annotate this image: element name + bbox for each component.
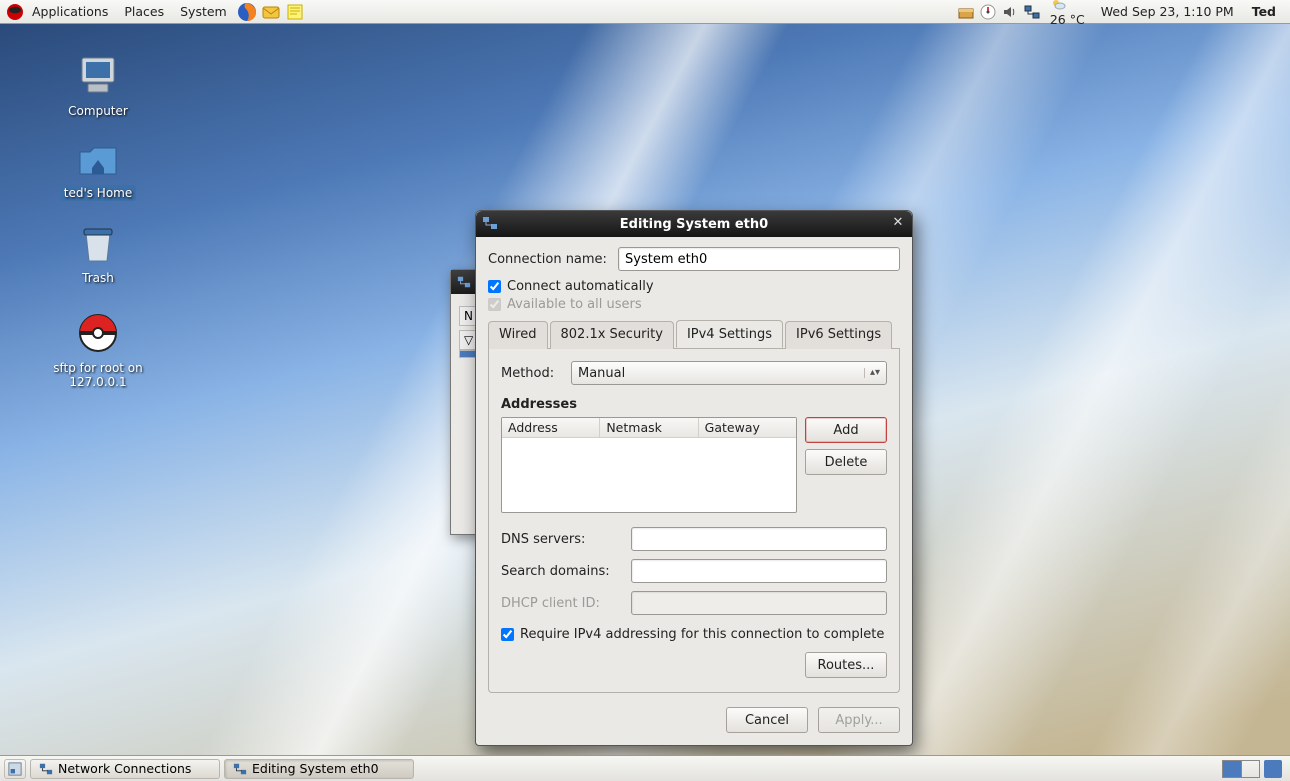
weather-text: 26 °C xyxy=(1050,12,1085,27)
top-panel: Applications Places System 26 °C Wed Sep… xyxy=(0,0,1290,24)
method-label: Method: xyxy=(501,366,561,381)
tab-ipv4[interactable]: IPv4 Settings xyxy=(676,320,783,348)
task-editing-connection[interactable]: Editing System eth0 xyxy=(224,759,414,779)
menu-places[interactable]: Places xyxy=(116,1,172,22)
task-network-connections[interactable]: Network Connections xyxy=(30,759,220,779)
dhcp-client-id-label: DHCP client ID: xyxy=(501,596,623,611)
method-value: Manual xyxy=(578,366,625,381)
dns-input[interactable] xyxy=(631,527,887,551)
dialog-titlebar[interactable]: Editing System eth0 ✕ xyxy=(476,211,912,237)
computer-icon xyxy=(74,52,122,100)
show-desktop-button[interactable] xyxy=(4,759,26,779)
pokeball-icon xyxy=(74,309,122,357)
method-combobox[interactable]: Manual ▴▾ xyxy=(571,361,887,385)
cancel-button[interactable]: Cancel xyxy=(726,707,808,733)
window-icon xyxy=(39,762,53,776)
require-ipv4-checkbox[interactable] xyxy=(501,628,514,641)
connect-automatically-label: Connect automatically xyxy=(507,279,654,294)
desktop-icon-label: Trash xyxy=(78,270,118,286)
window-icon xyxy=(233,762,247,776)
distro-icon xyxy=(6,3,24,21)
weather-applet[interactable]: 26 °C xyxy=(1046,0,1089,27)
desktop-icon-trash[interactable]: Trash xyxy=(38,219,158,286)
connect-automatically-checkbox[interactable] xyxy=(488,280,501,293)
desktop-icon-home[interactable]: ted's Home xyxy=(38,134,158,201)
delete-button[interactable]: Delete xyxy=(805,449,887,475)
desktop[interactable]: Computer ted's Home Trash sftp for root … xyxy=(0,24,1290,755)
addresses-table[interactable]: Address Netmask Gateway xyxy=(501,417,797,513)
menu-applications[interactable]: Applications xyxy=(24,1,116,22)
trash-applet-icon[interactable] xyxy=(1264,760,1282,778)
addresses-heading: Addresses xyxy=(501,397,887,412)
notes-icon[interactable] xyxy=(285,2,305,22)
volume-icon[interactable] xyxy=(1002,4,1018,20)
desktop-icon-label: sftp for root on 127.0.0.1 xyxy=(38,360,158,390)
tab-8021x[interactable]: 802.1x Security xyxy=(550,321,674,349)
available-all-users-checkbox xyxy=(488,298,501,311)
col-address[interactable]: Address xyxy=(502,418,600,437)
system-tray: 26 °C Wed Sep 23, 1:10 PM Ted xyxy=(958,0,1290,27)
dns-label: DNS servers: xyxy=(501,532,623,547)
trash-icon xyxy=(74,219,122,267)
evolution-icon[interactable] xyxy=(261,2,281,22)
routes-button[interactable]: Routes... xyxy=(805,652,887,678)
add-button[interactable]: Add xyxy=(805,417,887,443)
dhcp-client-id-input xyxy=(631,591,887,615)
search-domains-input[interactable] xyxy=(631,559,887,583)
task-label: Editing System eth0 xyxy=(252,761,379,776)
menu-system[interactable]: System xyxy=(172,1,235,22)
home-folder-icon xyxy=(74,134,122,182)
desktop-icon-sftp[interactable]: sftp for root on 127.0.0.1 xyxy=(38,309,158,390)
desktop-icon-label: Computer xyxy=(64,103,132,119)
tab-ipv6[interactable]: IPv6 Settings xyxy=(785,321,892,349)
apply-button: Apply... xyxy=(818,707,900,733)
search-domains-label: Search domains: xyxy=(501,564,623,579)
firefox-icon[interactable] xyxy=(237,2,257,22)
require-ipv4-label: Require IPv4 addressing for this connect… xyxy=(520,627,884,642)
col-gateway[interactable]: Gateway xyxy=(699,418,796,437)
connection-name-input[interactable] xyxy=(618,247,900,271)
user-menu[interactable]: Ted xyxy=(1246,4,1282,19)
bottom-panel: Network Connections Editing System eth0 xyxy=(0,755,1290,781)
window-icon xyxy=(482,215,498,231)
col-netmask[interactable]: Netmask xyxy=(600,418,698,437)
ipv4-pane: Method: Manual ▴▾ Addresses Address Netm… xyxy=(488,349,900,693)
sensor-icon[interactable] xyxy=(980,4,996,20)
workspace-switcher[interactable] xyxy=(1222,760,1260,778)
package-update-icon[interactable] xyxy=(958,4,974,20)
editing-connection-dialog: Editing System eth0 ✕ Connection name: C… xyxy=(475,210,913,746)
connection-name-label: Connection name: xyxy=(488,252,608,267)
desktop-icon-computer[interactable]: Computer xyxy=(38,52,158,119)
dialog-content: Connection name: Connect automatically A… xyxy=(476,237,912,745)
clock[interactable]: Wed Sep 23, 1:10 PM xyxy=(1095,4,1240,19)
chevron-updown-icon: ▴▾ xyxy=(864,368,880,378)
dialog-title: Editing System eth0 xyxy=(620,217,768,232)
tab-bar: Wired 802.1x Security IPv4 Settings IPv6… xyxy=(488,320,900,349)
desktop-icon-label: ted's Home xyxy=(60,185,137,201)
tab-wired[interactable]: Wired xyxy=(488,321,548,349)
window-icon xyxy=(457,275,471,289)
close-icon[interactable]: ✕ xyxy=(890,215,906,231)
available-all-users-label: Available to all users xyxy=(507,297,642,312)
network-icon[interactable] xyxy=(1024,4,1040,20)
task-label: Network Connections xyxy=(58,761,191,776)
